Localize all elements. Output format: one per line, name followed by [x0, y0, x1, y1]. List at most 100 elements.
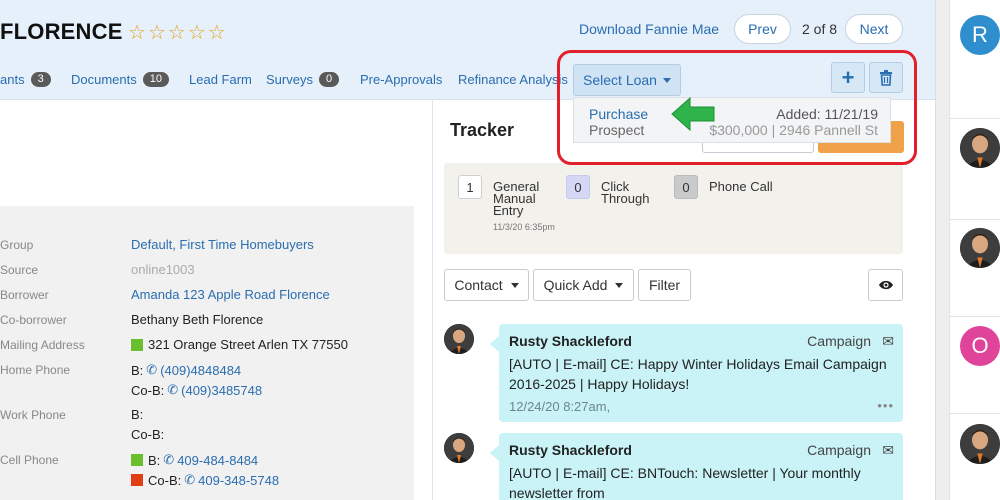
cell-phone-label: Cell Phone	[0, 453, 59, 467]
next-button[interactable]: Next	[845, 14, 903, 44]
activity-item[interactable]: Rusty Shackleford Campaign ✉ [AUTO | E-m…	[490, 324, 903, 422]
avatar[interactable]	[960, 128, 1000, 168]
activity-date: 12/24/20 8:27am,	[509, 399, 611, 414]
select-loan-label: Select Loan	[583, 72, 657, 88]
divider	[950, 118, 1000, 119]
envelope-icon: ✉	[882, 442, 894, 458]
cell-phone-b-value[interactable]: 409-484-8484	[177, 453, 258, 468]
download-fannie-mae-link[interactable]: Download Fannie Mae	[579, 21, 719, 37]
filter-label: Filter	[648, 277, 681, 293]
invalid-status-icon	[131, 474, 143, 486]
activity-body: [AUTO | E-mail] CE: BNTouch: Newsletter …	[509, 465, 861, 500]
filter-button[interactable]: Filter	[638, 269, 691, 301]
avatar[interactable]	[960, 228, 1000, 268]
cell-phone-b-row: B: ✆ 409-484-8484	[131, 452, 258, 468]
pager-text: 2 of 8	[802, 21, 838, 37]
star-icon[interactable]: ☆	[128, 22, 146, 44]
home-phone-cob-value[interactable]: (409)3485748	[181, 383, 262, 398]
scrollbar[interactable]	[935, 0, 949, 500]
activity-body: [AUTO | E-mail] CE: Happy Winter Holiday…	[509, 356, 887, 392]
contacts-sidebar: R O	[949, 0, 1000, 500]
star-icon[interactable]: ☆	[208, 22, 226, 44]
delete-loan-button[interactable]	[869, 62, 903, 93]
tab-refinance-analysis[interactable]: Refinance Analysis	[458, 72, 568, 87]
source-value: online1003	[131, 262, 195, 277]
arrow-left-icon	[671, 96, 715, 132]
avatar[interactable]: R	[960, 15, 1000, 55]
chevron-down-icon	[662, 77, 671, 83]
trash-icon	[880, 69, 892, 86]
activity-author: Rusty Shackleford	[509, 442, 632, 458]
star-icon[interactable]: ☆	[148, 22, 166, 44]
phone-icon: ✆	[167, 382, 179, 397]
stat-count-general: 1	[458, 175, 482, 199]
record-header: FLORENCE ☆ ☆ ☆ ☆ ☆ Download Fannie Mae P…	[0, 0, 935, 100]
chevron-down-icon	[510, 282, 519, 288]
phone-icon: ✆	[163, 452, 175, 467]
star-icon[interactable]: ☆	[188, 22, 206, 44]
tab-badge: 0	[318, 72, 340, 87]
stat-label-phone-call: Phone Call	[709, 179, 773, 194]
tab-label: Pre-Approvals	[360, 72, 443, 87]
tab-lead-farm[interactable]: Lead Farm	[189, 72, 252, 87]
home-phone-b-value[interactable]: (409)4848484	[160, 363, 241, 378]
avatar[interactable]	[960, 424, 1000, 464]
tab-surveys[interactable]: Surveys 0	[266, 72, 340, 87]
coborrower-label: Co-borrower	[0, 313, 67, 327]
rating-stars[interactable]: ☆ ☆ ☆ ☆ ☆	[128, 22, 226, 44]
contact-button-label: Contact	[454, 277, 503, 293]
tab-documents[interactable]: Documents 10	[71, 72, 169, 87]
record-title: FLORENCE	[0, 19, 123, 44]
stat-label-general: General Manual Entry	[493, 180, 539, 218]
borrower-prefix: B:	[131, 407, 144, 422]
loan-option-type[interactable]: Purchase	[589, 106, 648, 122]
activity-item[interactable]: Rusty Shackleford Campaign ✉ [AUTO | E-m…	[490, 433, 903, 500]
loan-option-status: Prospect	[589, 122, 645, 138]
work-phone-label: Work Phone	[0, 408, 66, 422]
toggle-visibility-button[interactable]	[868, 269, 903, 301]
contact-info-card: Group Default, First Time Homebuyers Sou…	[0, 206, 414, 500]
tab-applicants[interactable]: ants 3	[0, 72, 51, 87]
work-phone-b-row: B:	[131, 407, 143, 422]
phone-icon: ✆	[146, 362, 158, 377]
tab-label: Refinance Analysis	[458, 72, 568, 87]
stat-label-line: Phone Call	[709, 179, 773, 194]
quick-add-label: Quick Add	[543, 277, 608, 293]
home-phone-label: Home Phone	[0, 363, 71, 377]
more-options-icon[interactable]: •••	[877, 398, 894, 413]
select-loan-dropdown[interactable]: Select Loan	[573, 64, 681, 96]
star-icon[interactable]: ☆	[168, 22, 186, 44]
stat-count-phone-call: 0	[674, 175, 698, 199]
loan-option-added: Added: 11/21/19	[776, 106, 878, 122]
cell-phone-cob-value[interactable]: 409-348-5748	[198, 473, 279, 488]
verified-status-icon	[131, 338, 143, 351]
stat-label-line: Entry	[493, 203, 524, 218]
tab-label: Lead Farm	[189, 72, 252, 87]
stat-label-line: Through	[601, 191, 650, 206]
prev-button[interactable]: Prev	[734, 14, 791, 44]
avatar[interactable]: O	[960, 326, 1000, 366]
envelope-icon: ✉	[882, 333, 894, 349]
group-label: Group	[0, 238, 34, 252]
group-value[interactable]: Default, First Time Homebuyers	[131, 237, 314, 252]
coborrower-prefix: Co-B:	[131, 427, 165, 442]
quick-add-button[interactable]: Quick Add	[533, 269, 634, 301]
tab-label: Surveys	[266, 72, 313, 87]
divider	[950, 413, 1000, 414]
loan-option-summary: $300,000 | 2946 Pannell St	[709, 122, 878, 138]
divider	[950, 316, 1000, 317]
tab-pre-approvals[interactable]: Pre-Approvals	[360, 72, 442, 87]
add-loan-button[interactable]: +	[831, 62, 865, 93]
tab-badge: 10	[142, 72, 169, 87]
mailing-address-value: 321 Orange Street Arlen TX 77550	[148, 337, 348, 352]
avatar	[444, 433, 474, 463]
home-phone-b-row: B: ✆ (409)4848484	[131, 362, 241, 378]
activity-type: Campaign	[807, 442, 871, 458]
coborrower-value: Bethany Beth Florence	[131, 312, 264, 327]
stat-time: 11/3/20 6:35pm	[493, 222, 555, 232]
phone-icon: ✆	[184, 472, 196, 487]
avatar	[444, 324, 474, 354]
contact-filter-button[interactable]: Contact	[444, 269, 529, 301]
borrower-value[interactable]: Amanda 123 Apple Road Florence	[131, 287, 330, 302]
stat-label-click-through: Click Through	[601, 180, 650, 206]
